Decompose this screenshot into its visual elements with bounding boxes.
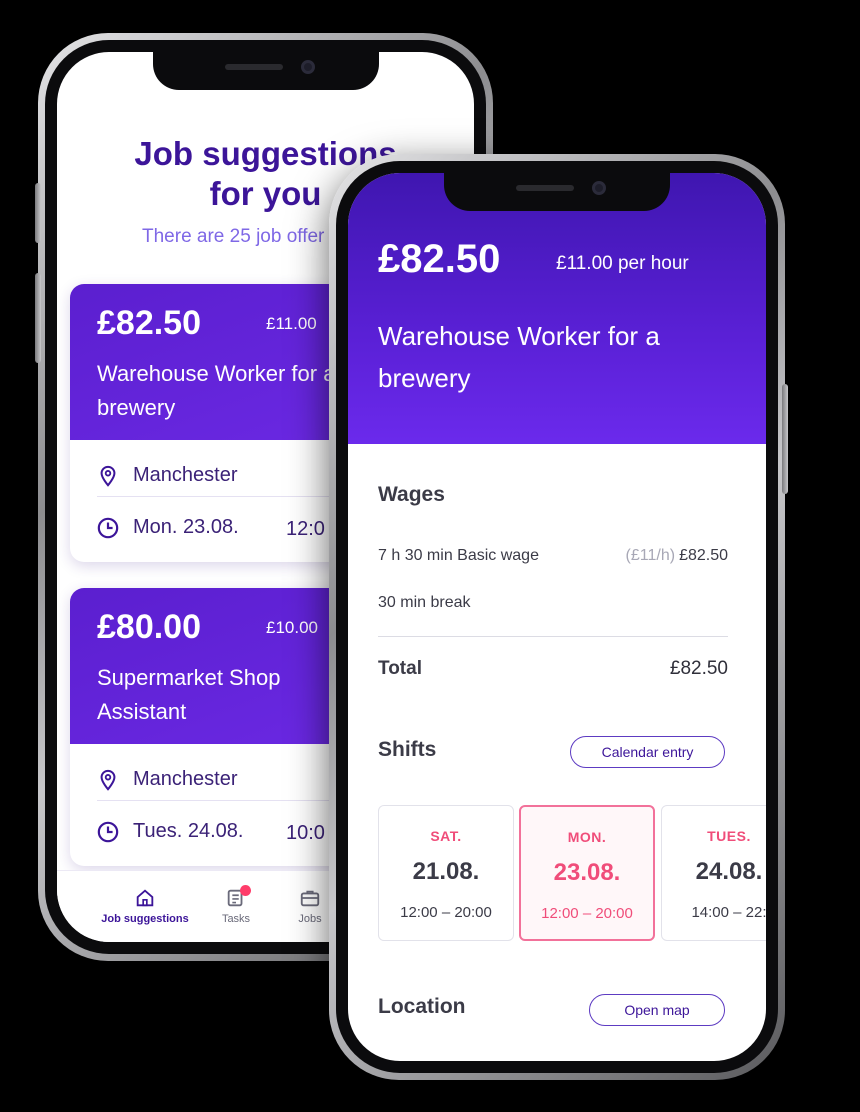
job-time: 12:0 <box>286 518 325 540</box>
tab-job-suggestions[interactable]: Job suggestions <box>95 887 195 925</box>
power-button <box>782 384 788 494</box>
shift-date: 23.08. <box>553 859 621 886</box>
shifts-heading: Shifts <box>378 738 437 761</box>
job-location-row: Manchester <box>97 768 238 791</box>
job-time: 10:0 <box>286 822 325 844</box>
front-phone-screen: £82.50 £11.00 per hour Warehouse Worker … <box>348 173 766 1061</box>
job-title: Supermarket Shop Assistant <box>97 665 281 724</box>
shift-day: SAT. <box>430 828 462 844</box>
shift-day: MON. <box>567 829 607 845</box>
clock-icon <box>97 821 119 843</box>
shift-card-selected[interactable]: MON. 23.08. 12:00 – 20:00 <box>519 805 655 941</box>
job-date: Tues. 24.08. <box>133 820 244 842</box>
shift-hours: 12:00 – 20:00 <box>541 905 633 922</box>
wage-label: 30 min break <box>378 594 471 611</box>
job-rate: £10.00 <box>266 618 318 637</box>
tab-label: Jobs <box>298 913 322 925</box>
wages-heading: Wages <box>378 483 445 506</box>
volume-up-button <box>35 273 41 363</box>
mute-switch <box>35 183 41 243</box>
tab-label: Job suggestions <box>101 913 189 925</box>
job-date-row: Mon. 23.08. <box>97 516 239 539</box>
shift-date: 24.08. <box>695 858 763 885</box>
clock-icon <box>97 517 119 539</box>
shift-card[interactable]: SAT. 21.08. 12:00 – 20:00 <box>378 805 514 941</box>
job-title: Warehouse Worker for a brewery <box>97 361 336 420</box>
job-count-subtitle: There are 25 job offer <box>142 226 325 247</box>
home-icon <box>134 887 156 909</box>
front-phone-frame: £82.50 £11.00 per hour Warehouse Worker … <box>329 154 788 1080</box>
shift-card[interactable]: TUES. 24.08. 14:00 – 22: <box>661 805 766 941</box>
notification-badge <box>240 885 251 896</box>
job-date-row: Tues. 24.08. <box>97 820 243 843</box>
job-location: Manchester <box>133 768 238 790</box>
wage-total-row: Total £82.50 <box>378 658 728 680</box>
divider <box>378 636 728 637</box>
wage-rate-note: (£11/h) <box>625 547 676 564</box>
wage-amount: £82.50 <box>679 547 728 564</box>
front-camera <box>300 60 315 74</box>
wage-row-basic: 7 h 30 min Basic wage (£11/h) £82.50 <box>378 547 728 565</box>
wage-label: 7 h 30 min Basic wage <box>378 547 539 564</box>
tab-label: Tasks <box>221 913 251 925</box>
job-detail-header: £82.50 £11.00 per hour Warehouse Worker … <box>348 173 766 444</box>
wage-row-break: 30 min break <box>378 594 728 612</box>
job-rate: £11.00 <box>266 314 317 333</box>
location-pin-icon <box>97 769 119 791</box>
tasks-icon <box>225 885 251 909</box>
job-title: Warehouse Worker for a brewery <box>378 321 660 393</box>
job-location: Manchester <box>133 464 238 486</box>
job-location-row: Manchester <box>97 464 238 487</box>
total-amount: £82.50 <box>669 658 728 679</box>
location-pin-icon <box>97 465 119 487</box>
shift-hours: 14:00 – 22: <box>691 904 766 921</box>
location-heading: Location <box>378 995 466 1018</box>
shift-hours: 12:00 – 20:00 <box>400 904 492 921</box>
open-map-button[interactable]: Open map <box>589 994 725 1026</box>
total-label: Total <box>378 658 422 679</box>
speaker-grille <box>224 64 283 70</box>
notch <box>152 52 379 90</box>
job-price: £82.50 <box>378 237 501 281</box>
tab-tasks[interactable]: Tasks <box>211 885 261 925</box>
briefcase-icon <box>299 887 321 909</box>
wage-amount-wrap: (£11/h) £82.50 <box>626 547 728 565</box>
job-date: Mon. 23.08. <box>133 516 239 538</box>
shift-date: 21.08. <box>412 858 480 885</box>
speaker-grille <box>516 185 574 191</box>
shift-day: TUES. <box>707 828 751 844</box>
tab-jobs[interactable]: Jobs <box>285 887 335 925</box>
job-price: £82.50 <box>97 304 201 342</box>
job-hourly-rate: £11.00 per hour <box>556 253 689 274</box>
calendar-entry-button[interactable]: Calendar entry <box>570 736 725 768</box>
notch <box>444 173 670 211</box>
front-camera <box>592 181 606 195</box>
job-price: £80.00 <box>97 608 201 646</box>
